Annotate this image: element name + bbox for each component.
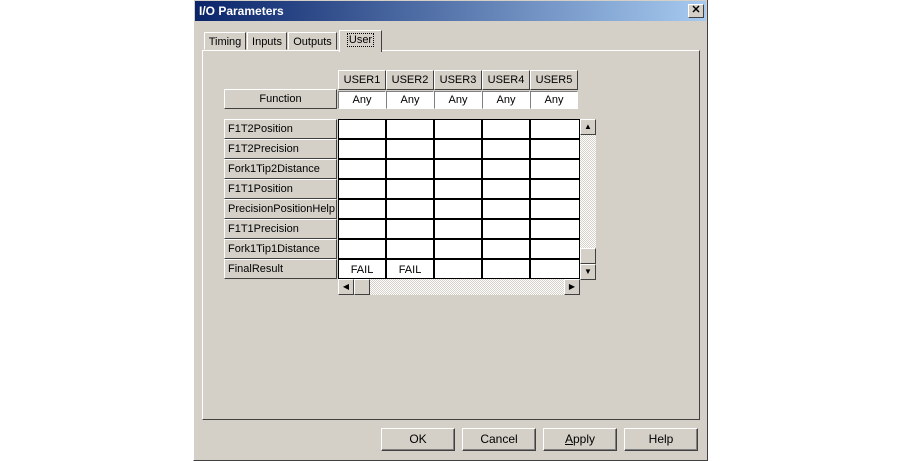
grid-cell[interactable] — [482, 179, 530, 199]
grid-cell[interactable] — [338, 159, 386, 179]
grid-cell[interactable] — [338, 119, 386, 139]
function-select-user1[interactable]: Any — [338, 91, 386, 109]
ok-button[interactable]: OK — [381, 428, 455, 451]
grid-cell[interactable] — [434, 259, 482, 279]
grid-cell[interactable] — [482, 239, 530, 259]
grid-cell[interactable]: FAIL — [338, 259, 386, 279]
grid-cell[interactable] — [434, 239, 482, 259]
grid-cell[interactable] — [386, 179, 434, 199]
help-button[interactable]: Help — [624, 428, 698, 451]
column-header-user3[interactable]: USER3 — [434, 70, 482, 90]
window-title: I/O Parameters — [199, 4, 284, 18]
title-bar[interactable]: I/O Parameters ✕ — [195, 1, 706, 21]
row-header: F1T1Position — [224, 179, 337, 199]
column-header-user1[interactable]: USER1 — [338, 70, 386, 90]
grid-cell[interactable] — [482, 159, 530, 179]
grid-cell[interactable] — [338, 239, 386, 259]
grid-cell[interactable] — [338, 179, 386, 199]
arrow-up-icon: ▲ — [584, 122, 592, 131]
cancel-button[interactable]: Cancel — [462, 428, 536, 451]
row-header: F1T1Precision — [224, 219, 337, 239]
function-row-label: Function — [224, 89, 337, 109]
vertical-scrollbar[interactable]: ▲ ▼ — [580, 119, 596, 280]
row-header: PrecisionPositionHelp — [224, 199, 337, 219]
function-select-user5[interactable]: Any — [530, 91, 578, 109]
grid-cell[interactable] — [338, 219, 386, 239]
column-header-user2[interactable]: USER2 — [386, 70, 434, 90]
grid-cell[interactable] — [386, 239, 434, 259]
grid-cell[interactable] — [530, 119, 580, 139]
apply-label-rest: pply — [573, 432, 596, 446]
arrow-down-icon: ▼ — [584, 267, 592, 276]
function-select-user2[interactable]: Any — [386, 91, 434, 109]
grid-cell[interactable] — [530, 179, 580, 199]
scroll-left-button[interactable]: ◀ — [338, 279, 354, 295]
grid-cell[interactable] — [386, 199, 434, 219]
arrow-right-icon: ▶ — [568, 282, 576, 291]
row-header: Fork1Tip2Distance — [224, 159, 337, 179]
user-grid: F1T2Position F1T2Precision Fork1Tip2Dist… — [224, 119, 596, 299]
grid-cell[interactable] — [434, 119, 482, 139]
grid-cell[interactable] — [530, 159, 580, 179]
column-header-user4[interactable]: USER4 — [482, 70, 530, 90]
tab-label: User — [346, 33, 375, 47]
grid-cell[interactable] — [386, 119, 434, 139]
row-header: Fork1Tip1Distance — [224, 239, 337, 259]
horizontal-scroll-thumb[interactable] — [354, 279, 370, 295]
tab-label: Inputs — [252, 36, 282, 48]
tab-outputs[interactable]: Outputs — [288, 32, 337, 50]
scroll-down-button[interactable]: ▼ — [580, 264, 596, 280]
scroll-up-button[interactable]: ▲ — [580, 119, 596, 135]
vertical-scroll-thumb[interactable] — [580, 248, 596, 264]
close-icon: ✕ — [691, 4, 701, 16]
grid-cell[interactable] — [482, 119, 530, 139]
row-header: F1T2Position — [224, 119, 337, 139]
tab-timing[interactable]: Timing — [204, 32, 246, 50]
column-header-user5[interactable]: USER5 — [530, 70, 578, 90]
grid-cell[interactable] — [386, 219, 434, 239]
grid-cell[interactable] — [482, 259, 530, 279]
grid-cell[interactable] — [338, 199, 386, 219]
grid-cell[interactable] — [530, 139, 580, 159]
grid-cell[interactable] — [530, 259, 580, 279]
grid-cell[interactable] — [530, 239, 580, 259]
arrow-left-icon: ◀ — [342, 282, 350, 291]
grid-cell[interactable]: FAIL — [386, 259, 434, 279]
apply-mnemonic: A — [564, 432, 573, 446]
grid-cell[interactable] — [530, 199, 580, 219]
grid-cell[interactable] — [482, 139, 530, 159]
grid-cell[interactable] — [434, 159, 482, 179]
row-header: FinalResult — [224, 259, 337, 279]
horizontal-scrollbar[interactable]: ◀ ▶ — [338, 279, 580, 295]
grid-cell[interactable] — [530, 219, 580, 239]
apply-button[interactable]: Apply — [543, 428, 617, 451]
row-header: F1T2Precision — [224, 139, 337, 159]
grid-cell[interactable] — [482, 219, 530, 239]
grid-cell[interactable] — [434, 219, 482, 239]
grid-cell[interactable] — [434, 199, 482, 219]
function-select-user4[interactable]: Any — [482, 91, 530, 109]
grid-cell[interactable] — [338, 139, 386, 159]
grid-cell[interactable] — [482, 199, 530, 219]
scroll-right-button[interactable]: ▶ — [564, 279, 580, 295]
grid-cell[interactable] — [386, 139, 434, 159]
tab-inputs[interactable]: Inputs — [247, 32, 287, 50]
grid-cell[interactable] — [434, 179, 482, 199]
grid-cell[interactable] — [434, 139, 482, 159]
function-select-user3[interactable]: Any — [434, 91, 482, 109]
tab-label: Outputs — [293, 36, 332, 48]
tab-label: Timing — [208, 36, 242, 48]
close-button[interactable]: ✕ — [688, 4, 704, 18]
tab-user[interactable]: User — [339, 30, 382, 52]
grid-cell[interactable] — [386, 159, 434, 179]
